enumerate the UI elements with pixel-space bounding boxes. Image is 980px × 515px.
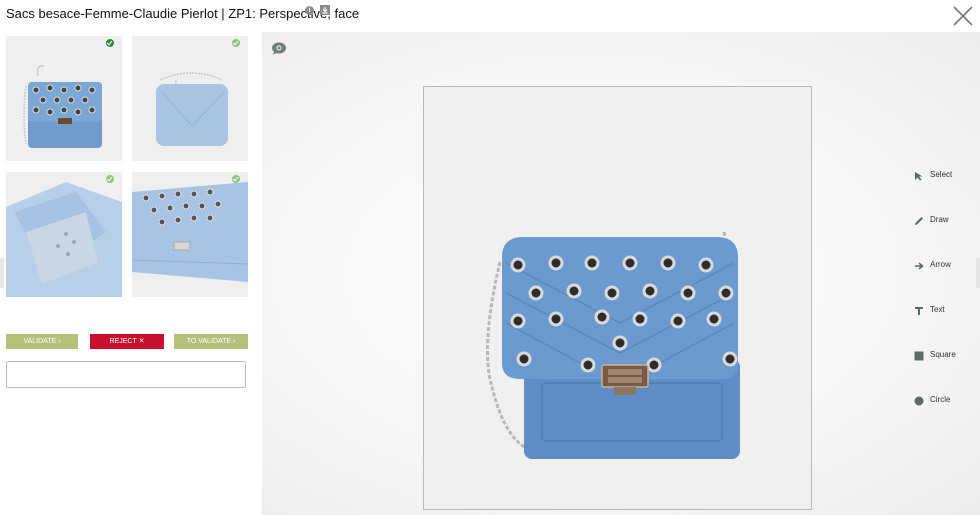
info-icon[interactable]: i: [305, 6, 314, 15]
thumb-side[interactable]: [132, 36, 248, 161]
speech-bubble-icon[interactable]: [271, 42, 287, 56]
main-image[interactable]: [423, 86, 812, 510]
square-icon: [914, 351, 924, 361]
download-icon[interactable]: [320, 5, 330, 15]
tool-label: Draw: [930, 215, 949, 224]
circle-icon: [914, 396, 924, 406]
previous-handle[interactable]: [0, 258, 4, 288]
validated-check-icon: [106, 175, 114, 183]
validated-check-icon: [232, 175, 240, 183]
validated-check-icon: [106, 39, 114, 47]
cursor-icon: [915, 172, 923, 181]
next-handle[interactable]: [976, 258, 980, 288]
tool-label: Select: [930, 170, 953, 179]
comment-field[interactable]: [6, 361, 246, 388]
pencil-icon: [915, 217, 923, 225]
tool-label: Square: [930, 350, 956, 359]
tool-label: Circle: [930, 395, 951, 404]
thumb-interior[interactable]: [6, 172, 122, 297]
header: Sacs besace-Femme-Claudie Pierlot | ZP1:…: [0, 0, 980, 30]
text-icon: [915, 307, 923, 315]
close-icon[interactable]: [952, 5, 974, 27]
thumb-detail[interactable]: [132, 172, 248, 297]
thumb-front[interactable]: [6, 36, 122, 161]
tool-label: Text: [930, 305, 945, 314]
reject-button[interactable]: REJECT ✕: [90, 334, 164, 349]
validate-button[interactable]: VALIDATE ›: [6, 334, 78, 349]
validated-check-icon: [232, 39, 240, 47]
arrow-icon: [915, 262, 924, 270]
to-validate-button[interactable]: TO VALIDATE ›: [174, 334, 248, 349]
tool-label: Arrow: [930, 260, 951, 269]
